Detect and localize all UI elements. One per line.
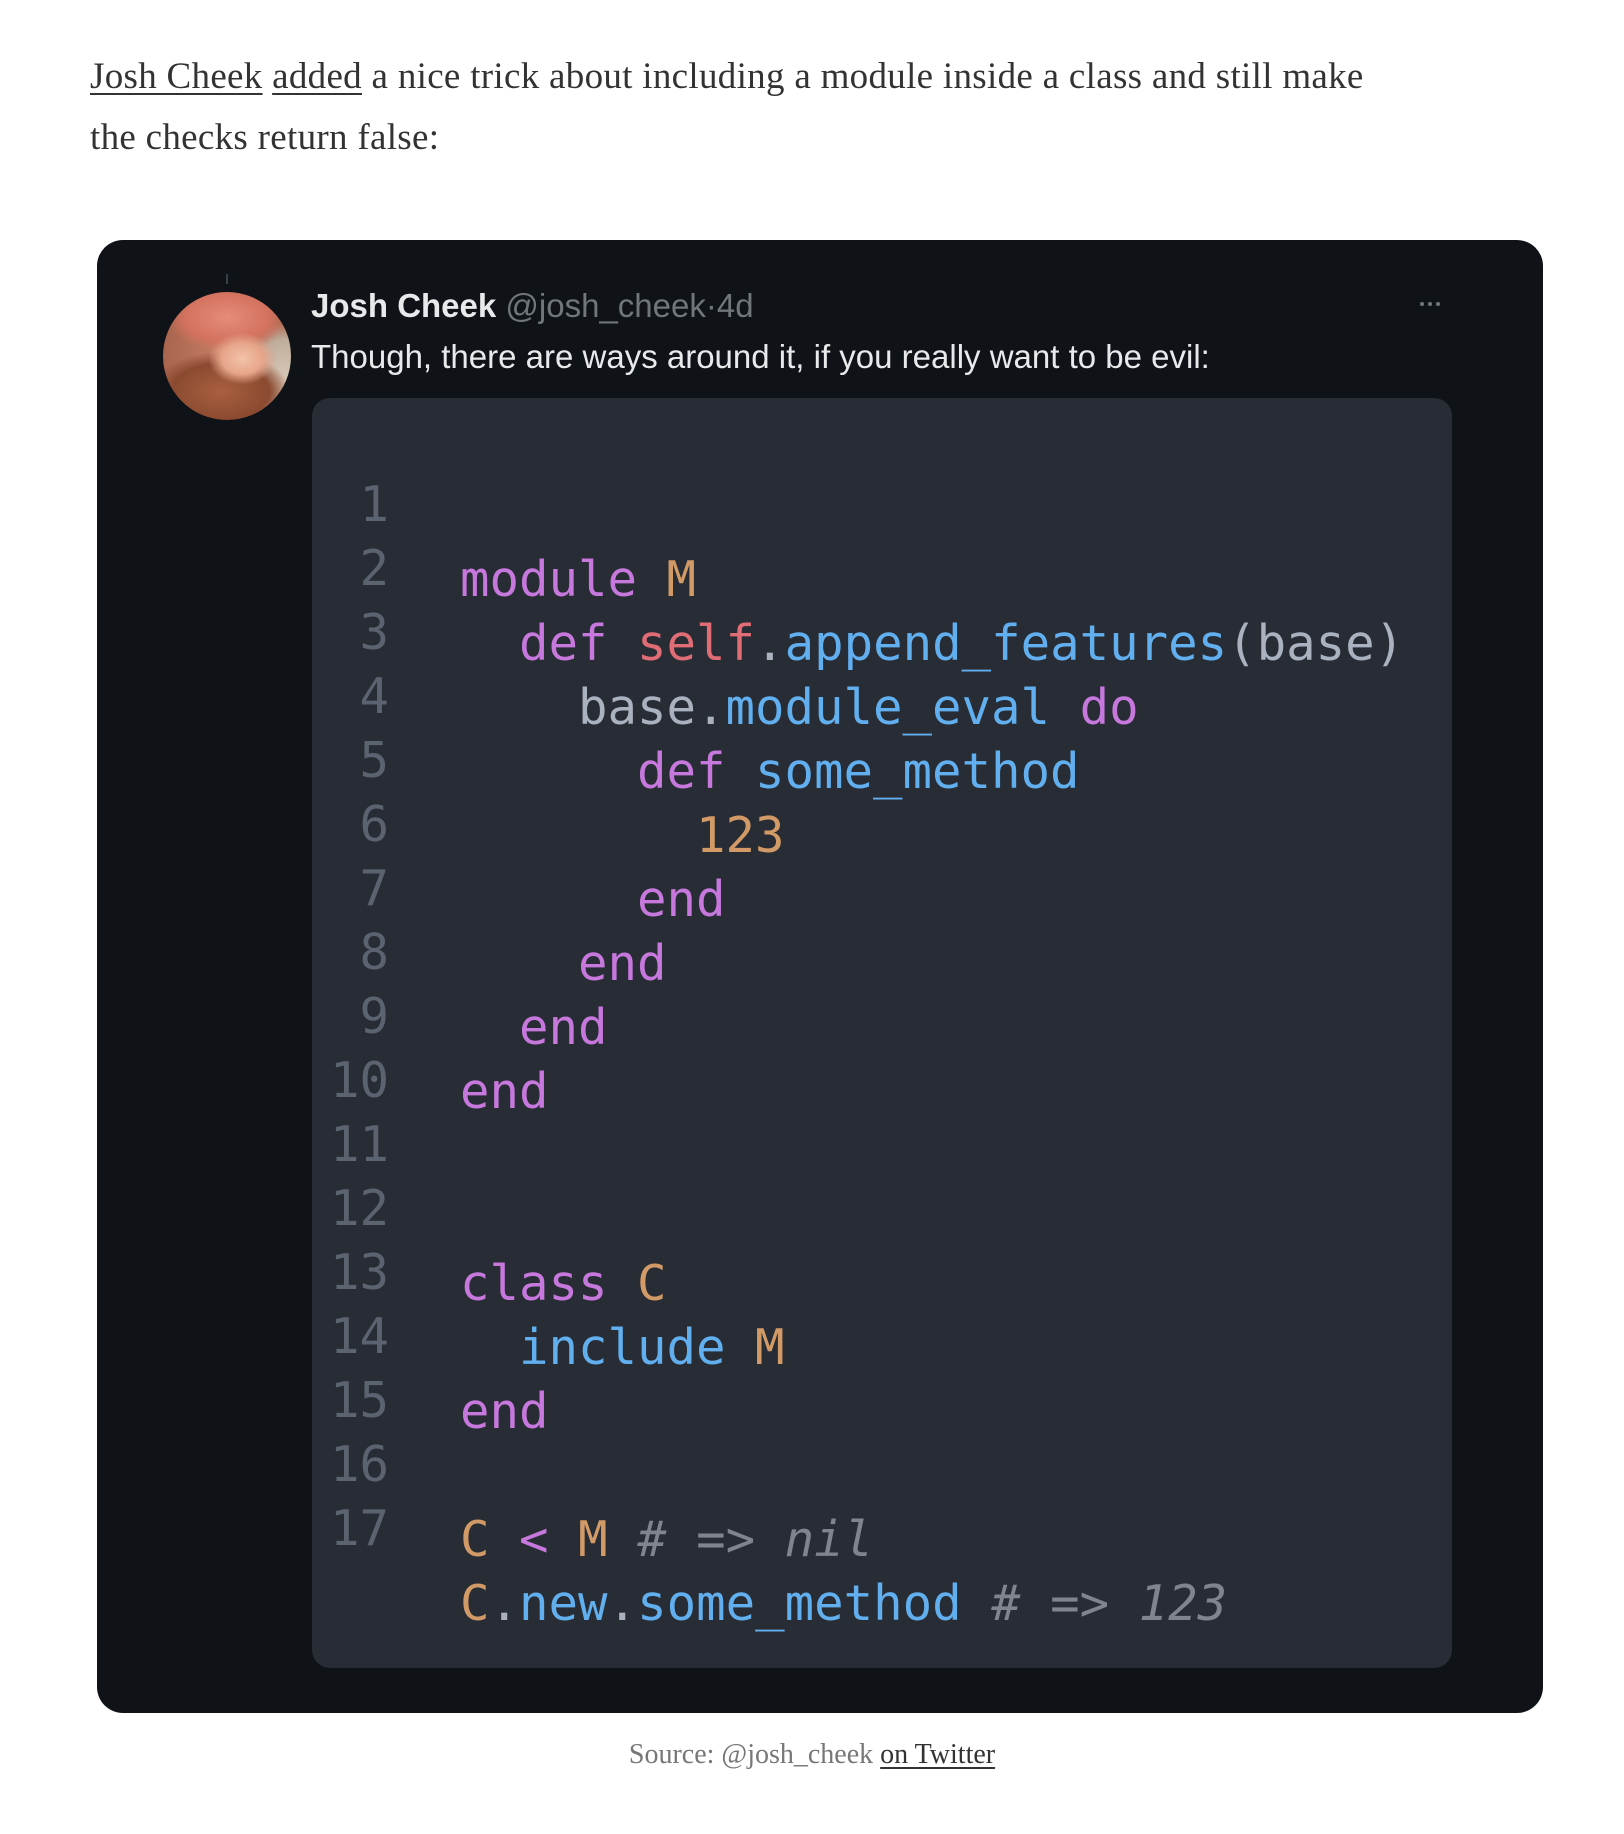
more-horizontal-icon[interactable] xyxy=(1410,294,1450,314)
code-token: some_method xyxy=(637,1575,962,1632)
added-link[interactable]: added xyxy=(272,56,362,97)
code-comment: # => nil xyxy=(637,1511,874,1568)
tweet-embed[interactable]: Josh Cheek @josh_cheek·4d Though, there … xyxy=(97,240,1543,1713)
avatar-photo[interactable] xyxy=(163,292,291,420)
author-link[interactable]: Josh Cheek xyxy=(90,56,263,97)
image-caption: Source: @josh_cheek on Twitter xyxy=(0,1735,1624,1775)
code-token: < xyxy=(519,1511,549,1568)
code-token: M xyxy=(578,1511,608,1568)
intro-text-2: the checks return false: xyxy=(90,117,440,158)
code-comment: # => 123 xyxy=(991,1575,1228,1632)
tweet-author-handle[interactable]: @josh_cheek xyxy=(505,287,705,324)
caption-prefix: Source: @josh_cheek xyxy=(628,1739,881,1770)
code-token: . xyxy=(607,1575,638,1632)
code-token: new xyxy=(519,1575,608,1632)
tweet-timestamp[interactable]: 4d xyxy=(717,287,754,324)
code-token: C xyxy=(460,1575,490,1632)
code-content: C.new.some_method # => 123 xyxy=(460,1566,1227,1641)
tweet-text: Though, there are ways around it, if you… xyxy=(311,338,1210,375)
line-number: 17 xyxy=(329,1500,389,1557)
intro-paragraph: Josh Cheek added a nice trick about incl… xyxy=(90,46,1550,168)
tweet-author-name[interactable]: Josh Cheek xyxy=(311,287,496,324)
intro-text-1: a nice trick about including a module in… xyxy=(362,56,1364,97)
code-token: . xyxy=(489,1575,520,1632)
tweet-header: Josh Cheek @josh_cheek·4d xyxy=(311,284,754,328)
caption-twitter-link[interactable]: on Twitter xyxy=(880,1739,995,1770)
code-line-17: 17 C.new.some_method # => 123 xyxy=(312,1416,1452,1632)
tweet-separator: · xyxy=(705,287,717,324)
thread-line xyxy=(226,274,228,284)
code-image[interactable]: 1 module M 2 def self.append_features(ba… xyxy=(312,398,1452,1668)
